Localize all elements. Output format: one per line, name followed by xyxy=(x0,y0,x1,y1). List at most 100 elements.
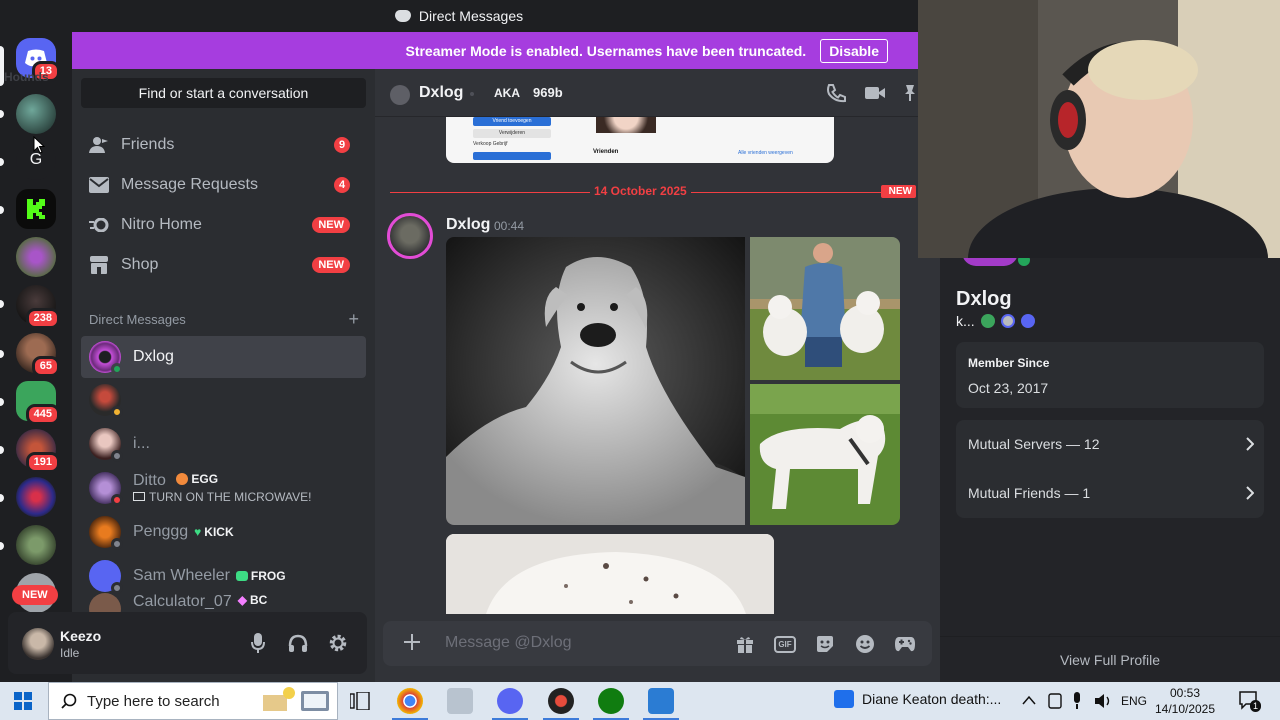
unread-dot xyxy=(0,350,4,358)
unread-dot xyxy=(0,542,4,550)
member-since-label: Member Since xyxy=(968,356,1050,370)
image-attachment[interactable] xyxy=(750,237,900,380)
dm-item[interactable]: Penggg ♥ KICK xyxy=(81,511,366,553)
nav-nitro-home[interactable]: Nitro Home NEW xyxy=(81,206,366,244)
avatar xyxy=(89,341,123,375)
avatar[interactable] xyxy=(387,213,433,259)
unread-dot xyxy=(0,300,4,308)
nav-label: Nitro Home xyxy=(121,216,202,233)
xbox-icon[interactable] xyxy=(598,688,624,714)
pin-icon[interactable] xyxy=(904,83,916,103)
new-unreads-pill[interactable]: NEW xyxy=(12,585,58,605)
video-call-icon[interactable] xyxy=(864,83,886,103)
view-full-profile-button[interactable]: View Full Profile xyxy=(940,636,1280,682)
server-icon[interactable] xyxy=(16,94,56,134)
mouse-cursor-icon xyxy=(33,136,45,154)
unread-dot xyxy=(0,398,4,406)
dm-item[interactable] xyxy=(81,379,366,421)
add-attachment-button[interactable] xyxy=(402,632,424,654)
microphone-icon[interactable] xyxy=(248,633,268,653)
activities-icon[interactable] xyxy=(894,633,916,655)
obs-icon[interactable] xyxy=(548,688,574,714)
gear-icon[interactable] xyxy=(328,633,348,653)
server-icon[interactable]: 65 xyxy=(16,333,60,377)
microphone-tray-icon[interactable] xyxy=(1072,692,1082,710)
nav-label: Shop xyxy=(121,256,159,273)
gift-icon[interactable] xyxy=(734,633,756,655)
task-view-icon[interactable] xyxy=(350,692,370,710)
dm-sidebar: Find or start a conversation Friends 9 M… xyxy=(72,69,375,682)
chat-recipient-name[interactable]: Dxlog xyxy=(419,84,463,102)
gif-icon[interactable]: GIF xyxy=(774,633,796,655)
nav-message-requests[interactable]: Message Requests 4 xyxy=(81,166,366,204)
file-explorer-icon[interactable] xyxy=(447,688,473,714)
image-attachment[interactable] xyxy=(446,534,774,614)
chevron-right-icon xyxy=(1246,486,1254,500)
dm-name: Penggg xyxy=(133,523,189,540)
server-icon[interactable] xyxy=(16,525,56,565)
search-icon xyxy=(61,693,77,709)
language-indicator[interactable]: ENG xyxy=(1121,694,1147,708)
taskbar-clock[interactable]: 00:53 14/10/2025 xyxy=(1152,685,1218,717)
server-icon[interactable] xyxy=(16,237,56,277)
dm-item[interactable]: Ditto EGG TURN ON THE MICROWAVE! xyxy=(81,467,366,509)
nav-label: Message Requests xyxy=(121,176,258,193)
member-since-date: Oct 23, 2017 xyxy=(968,380,1049,396)
mutual-servers-row[interactable]: Mutual Servers — 12 xyxy=(968,436,1254,452)
nitro-badge-icon[interactable] xyxy=(1000,314,1015,328)
sticker-icon[interactable] xyxy=(814,633,836,655)
headphones-icon[interactable] xyxy=(288,633,308,653)
hypesquad-badge-icon[interactable] xyxy=(980,314,995,328)
guild-tag: ◆ BC xyxy=(237,593,268,607)
image-attachment[interactable] xyxy=(446,237,745,525)
chevron-right-icon xyxy=(1246,437,1254,451)
message-author[interactable]: Dxlog xyxy=(446,216,490,234)
avatar xyxy=(89,560,123,594)
server-icon[interactable]: 238 xyxy=(16,285,60,329)
discord-taskbar-icon[interactable] xyxy=(497,688,523,714)
clock-date: 14/10/2025 xyxy=(1154,702,1216,716)
voice-call-icon[interactable] xyxy=(825,83,847,103)
streamer-mode-text: Streamer Mode is enabled. Usernames have… xyxy=(405,42,807,59)
window-title: Direct Messages xyxy=(418,8,524,24)
user-profile-panel: Dxlog k... Member Since Oct 23, 2017 Mut… xyxy=(940,252,1280,682)
device-icon[interactable] xyxy=(1048,693,1062,709)
server-icon-kick[interactable] xyxy=(16,189,56,229)
count-badge: 4 xyxy=(334,177,350,193)
dm-item[interactable]: Sam Wheeler FROG xyxy=(81,555,366,597)
server-icon[interactable] xyxy=(16,477,56,517)
find-conversation-button[interactable]: Find or start a conversation xyxy=(81,78,366,108)
server-icon[interactable]: 191 xyxy=(16,429,60,473)
idle-status xyxy=(111,406,123,418)
dm-item[interactable]: i... xyxy=(81,423,366,465)
previous-image-attachment[interactable]: Vriend toevoegen Verwijderen Verkoop Geb… xyxy=(446,117,834,163)
nav-friends[interactable]: Friends 9 xyxy=(81,126,366,164)
disable-streamer-mode-button[interactable]: Disable xyxy=(820,38,888,63)
image-attachment[interactable] xyxy=(750,384,900,525)
avatar[interactable] xyxy=(22,628,54,660)
unread-dot xyxy=(0,494,4,502)
offline-status xyxy=(111,538,123,550)
chat-area: Dxlog AKA 969b Vriend toevoegen Verwijde… xyxy=(375,69,940,682)
dm-name: Dxlog xyxy=(133,348,174,365)
message-composer: GIF xyxy=(383,621,932,666)
heart-icon: ♥ xyxy=(194,525,202,539)
speaker-icon[interactable] xyxy=(1094,693,1112,709)
server-icon[interactable]: 445 xyxy=(16,381,60,425)
news-widget[interactable]: Diane Keaton death:... xyxy=(834,690,1001,708)
aka-label: AKA xyxy=(494,86,520,100)
quest-badge-icon[interactable] xyxy=(1020,314,1035,328)
taskbar-search-input[interactable] xyxy=(87,692,287,710)
chrome-icon[interactable] xyxy=(397,688,423,714)
message-input[interactable] xyxy=(445,631,725,655)
app-icon[interactable] xyxy=(648,688,674,714)
dm-item[interactable]: Dxlog xyxy=(81,336,366,378)
mutual-friends-row[interactable]: Mutual Friends — 1 xyxy=(968,485,1254,501)
taskbar-search[interactable] xyxy=(48,682,338,720)
nav-shop[interactable]: Shop NEW xyxy=(81,246,366,284)
create-dm-button[interactable]: + xyxy=(348,310,359,328)
emoji-icon[interactable] xyxy=(854,633,876,655)
windows-start-icon[interactable] xyxy=(14,692,32,710)
notification-center-icon[interactable]: 1 xyxy=(1238,690,1261,712)
chevron-up-icon[interactable] xyxy=(1022,695,1036,705)
